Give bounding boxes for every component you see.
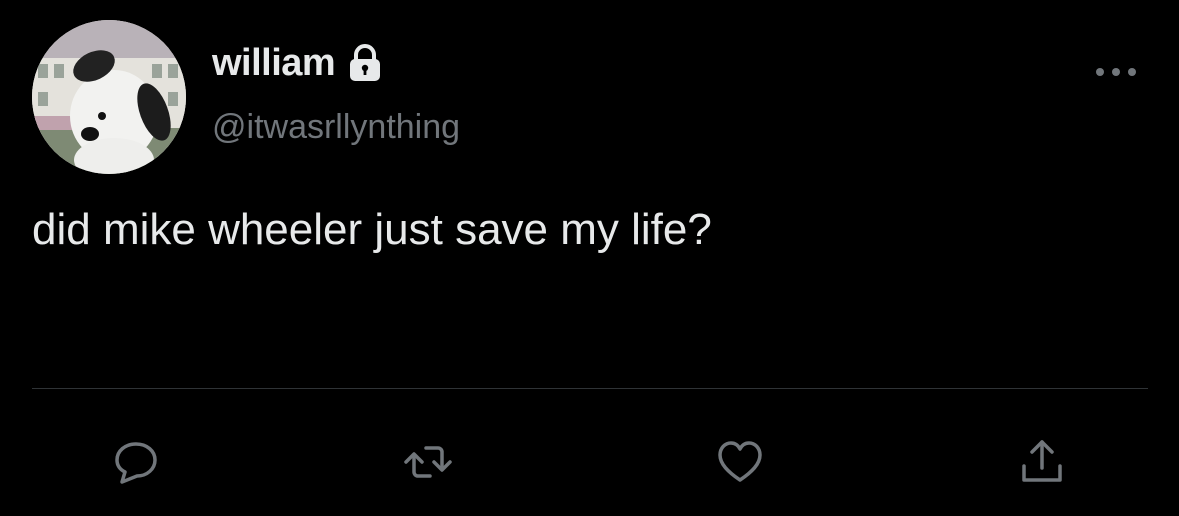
more-options-icon[interactable] xyxy=(1096,60,1136,84)
divider xyxy=(32,388,1148,389)
display-name[interactable]: william xyxy=(212,42,336,85)
retweet-button[interactable] xyxy=(400,434,456,490)
tweet-text: did mike wheeler just save my life? xyxy=(32,205,712,254)
tweet-card: william @itwasrllynthing did mike wheele… xyxy=(0,0,1179,516)
heart-icon xyxy=(718,441,762,482)
like-button[interactable] xyxy=(712,434,768,490)
reply-button[interactable] xyxy=(108,434,164,490)
display-name-row: william xyxy=(212,40,385,86)
share-icon xyxy=(1022,440,1062,482)
user-handle[interactable]: @itwasrllynthing xyxy=(212,108,460,147)
avatar-image xyxy=(32,20,186,174)
share-button[interactable] xyxy=(1014,434,1070,490)
retweet-icon xyxy=(404,446,452,478)
avatar[interactable] xyxy=(32,20,186,174)
lock-icon xyxy=(345,43,385,83)
reply-icon xyxy=(115,442,157,484)
